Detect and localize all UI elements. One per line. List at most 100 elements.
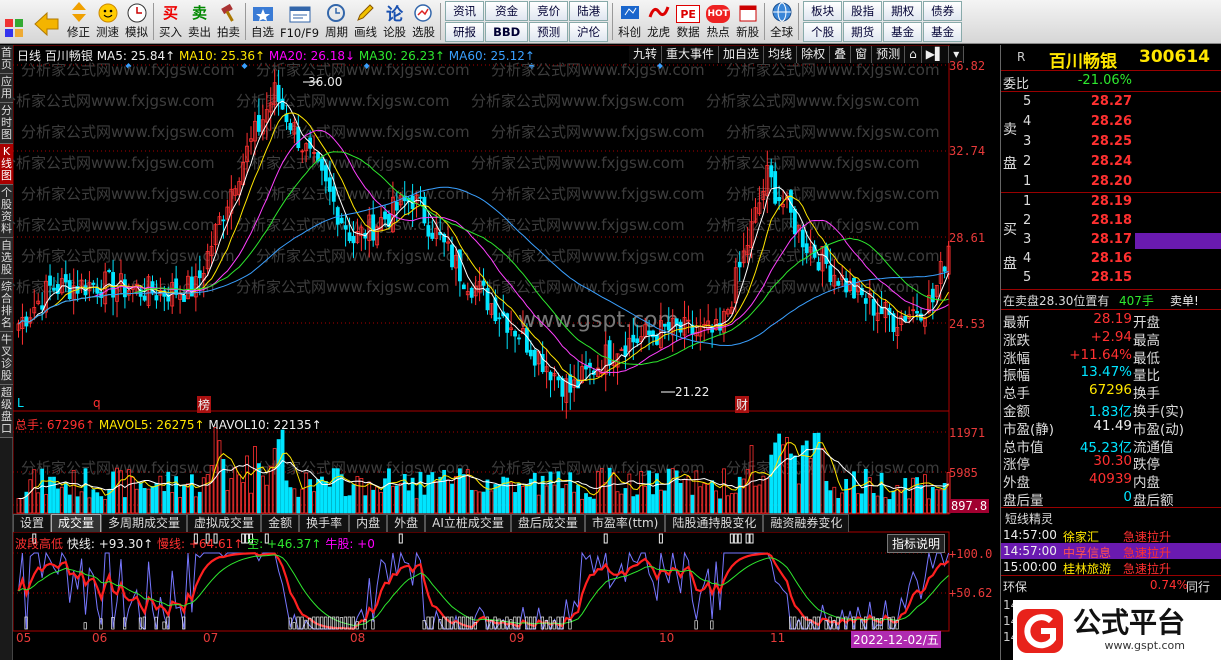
forecast-button[interactable]: 预测 [872,46,906,63]
ask-row[interactable]: 2 28.24 [1001,153,1221,173]
f10-button[interactable]: F10/F9 [277,0,322,43]
kline-svg[interactable]: 分析家公式网www.fxjgsw.com 分析家公式网www.fxjgsw.com… [13,45,1000,645]
zixuan-button[interactable]: 自选 [248,0,277,43]
x-tick: 10 [659,631,675,645]
shortline-item[interactable]: 14:57:00 徐家汇 急速拉升 [1001,527,1221,544]
tb-jijin2[interactable]: 基金 [923,22,963,42]
voltab-afterhours[interactable]: 盘后成交量 [510,514,585,532]
tb-jijin[interactable]: 基金 [883,22,923,42]
bid-row[interactable]: 3 28.17 [1001,231,1221,251]
tb-yuce[interactable]: 预测 [529,22,569,42]
voltab-amount[interactable]: 金额 [261,514,300,532]
sidetab-ranking[interactable]: 综合排名 [0,279,13,332]
exright-button[interactable]: 除权 [797,46,831,63]
voltab-settings[interactable]: 设置 [13,514,52,532]
volume-bar [627,473,632,514]
main-toolbar: 修正 测速 模拟 买买入 卖卖出 拍卖 自选 F10/F9 周期 画线 论论股 … [0,0,1221,44]
voltab-turnover[interactable]: 换手率 [299,514,350,532]
tb-qiquan[interactable]: 期权 [883,1,923,21]
candle-body [63,274,68,283]
kline-chart-area[interactable]: 分析家公式网www.fxjgsw.com 分析家公式网www.fxjgsw.com… [13,45,1000,648]
toolbar-separator [798,3,800,40]
tb-bankuai[interactable]: 板块 [803,1,843,21]
tb-hulun[interactable]: 沪伦 [569,22,609,42]
ribbon-grid-button[interactable] [0,0,28,43]
quanqiu-button[interactable]: 全球 [767,0,796,43]
xiuzheng-button[interactable]: 修正 [64,0,93,43]
sell-button[interactable]: 卖卖出 [185,0,214,43]
shuju-button[interactable]: PE 数据 [673,0,703,43]
major-events-button[interactable]: 重大事件 [662,46,720,63]
sidetab-timeshare[interactable]: 分时图 [0,103,13,144]
tb-jingjia[interactable]: 竞价 [529,1,569,21]
candle-body [497,317,502,320]
marker-l[interactable]: L [17,396,24,410]
ask-row[interactable]: 5 28.27 [1001,93,1221,113]
marker-cai[interactable]: 财 [735,396,750,413]
lungu-button[interactable]: 论论股 [380,0,409,43]
zhouqi-label: 周期 [325,25,349,39]
sidetab-watchlist[interactable]: 自选股 [0,238,13,279]
voltab-ai[interactable]: AI立桩成交量 [425,514,511,532]
paimai-button[interactable]: 拍卖 [214,0,243,43]
bid-row[interactable]: 5 28.15 [1001,269,1221,289]
sidetab-profile[interactable]: 个股资料 [0,185,13,238]
xingu-button[interactable]: 新股 [733,0,762,43]
cesu-button[interactable]: 测速 [93,0,122,43]
bid-row[interactable]: 1 28.19 [1001,193,1221,213]
redian-button[interactable]: HOT 热点 [703,0,733,43]
xuangu-button[interactable]: 选股 [409,0,438,43]
longhu-button[interactable]: 龙虎 [644,0,673,43]
buy-button[interactable]: 买买入 [156,0,185,43]
peers-label[interactable]: 同行 [1186,578,1210,595]
ask-row[interactable]: 3 28.25 [1001,133,1221,153]
window-button[interactable]: 窗 [851,46,873,63]
volume-bar [40,468,45,514]
voltab-margin[interactable]: 融资融券变化 [763,514,850,532]
voltab-volume[interactable]: 成交量 [51,514,102,532]
sidetab-app[interactable]: 应用 [0,74,13,103]
shortline-item[interactable]: 15:00:00 桂林旅游 急速拉升 [1001,559,1221,576]
moni-button[interactable]: 模拟 [122,0,151,43]
overlay-button[interactable]: 叠 [830,46,852,63]
shortline-item[interactable]: 14:57:00 中孚信息 急速拉升 [1001,543,1221,560]
marker-bang[interactable]: 榜 [197,396,212,413]
mavol5-label: MAVOL5: 26275↑ [98,418,205,432]
voltab-inner[interactable]: 内盘 [349,514,388,532]
volume-bar [316,479,320,514]
kechuang-button[interactable]: 科创 [615,0,644,43]
voltab-outer[interactable]: 外盘 [387,514,426,532]
tb-yanbao[interactable]: 研报 [445,22,485,42]
tb-lugang[interactable]: 陆港 [569,1,609,21]
tb-zixun[interactable]: 资讯 [445,1,485,21]
add-watchlist-button[interactable]: 加自选 [719,46,765,63]
ask-row[interactable]: 4 28.26 [1001,113,1221,133]
tb-guzhi[interactable]: 股指 [843,1,883,21]
marker-q[interactable]: q [93,396,101,410]
ma-button[interactable]: 均线 [764,46,798,63]
tb-qihuo[interactable]: 期货 [843,22,883,42]
sidetab-kline[interactable]: K线图 [0,144,13,185]
bid-row[interactable]: 2 28.18 [1001,212,1221,232]
voltab-lugutong[interactable]: 陆股通持股变化 [665,514,764,532]
voltab-multiperiod[interactable]: 多周期成交量 [101,514,188,532]
sidetab-superdisk[interactable]: 超级盘口 [0,385,13,438]
voltab-pe[interactable]: 市盈率(ttm) [584,514,666,532]
zhouqi-button[interactable]: 周期 [322,0,351,43]
jiuzhuan-button[interactable]: 九转 [629,46,663,63]
ask-row[interactable]: 1 28.20 [1001,173,1221,193]
tb-gegu[interactable]: 个股 [803,22,843,42]
voltab-virtual[interactable]: 虚拟成交量 [187,514,262,532]
indicator-help-button[interactable]: 指标说明 [887,534,946,553]
volume-bar [611,472,616,514]
back-button[interactable] [28,0,64,43]
expand-icon[interactable]: ▶▌ [921,46,950,63]
tb-zhaiquan[interactable]: 债券 [923,1,963,21]
tb-bbd[interactable]: BBD [485,22,529,42]
bid-row[interactable]: 4 28.16 [1001,250,1221,270]
tb-zijin[interactable]: 资金 [485,1,529,21]
sidetab-diagnosis[interactable]: 牛叉诊股 [0,332,13,385]
lock-icon[interactable]: ⌂ [905,46,922,63]
huaxian-button[interactable]: 画线 [351,0,380,43]
sidetab-home[interactable]: 首页 [0,45,13,74]
